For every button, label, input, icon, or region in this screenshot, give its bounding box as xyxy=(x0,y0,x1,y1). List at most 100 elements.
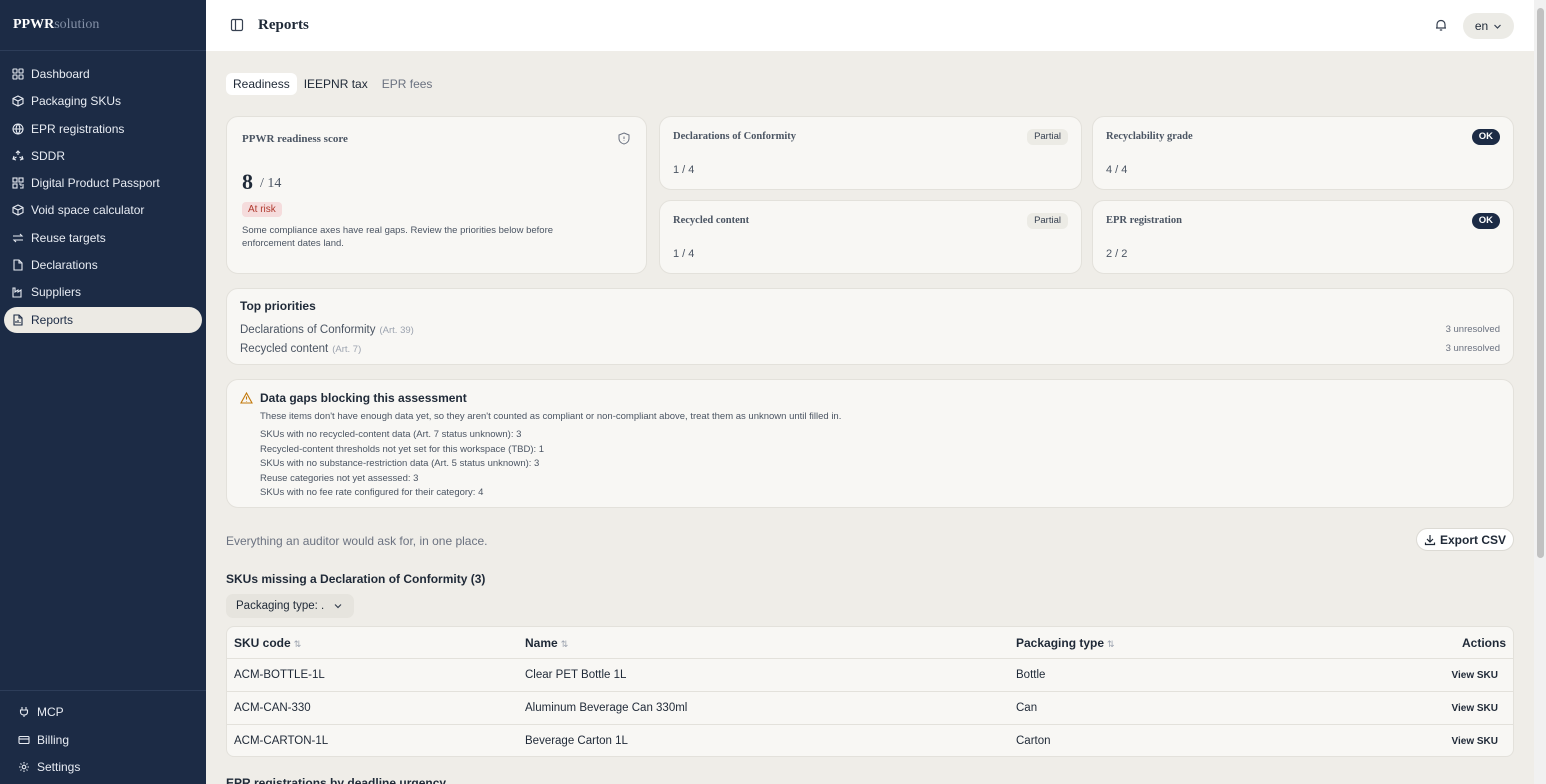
priority-item[interactable]: Declarations of Conformity (Art. 39) 3 un… xyxy=(240,321,1500,337)
metric-title: Declarations of Conformity xyxy=(673,131,797,142)
data-gap-item: Reuse categories not yet assessed: 3 xyxy=(260,472,419,484)
metric-card-epr-registration: EPR registration OK 2 / 2 xyxy=(1092,200,1514,274)
sidebar-item-billing[interactable]: Billing xyxy=(10,727,202,753)
packaging-type-cell: Bottle xyxy=(1016,669,1046,681)
metric-card-recycled-content: Recycled content Partial 1 / 4 xyxy=(659,200,1082,274)
priority-count: 3 unresolved xyxy=(1445,342,1500,354)
view-sku-link[interactable]: View SKU xyxy=(1452,670,1499,681)
sku-code-cell: ACM-CARTON-1L xyxy=(234,735,329,747)
packaging-type-filter[interactable]: Packaging type: . xyxy=(226,594,354,618)
report-icon xyxy=(11,313,24,326)
top-header: Reports en xyxy=(206,0,1534,51)
filter-label: Packaging type: . xyxy=(236,600,325,612)
sidebar-item-label: Reuse targets xyxy=(31,230,106,245)
sidebar-nav: Dashboard Packaging SKUs EPR registratio… xyxy=(4,61,202,334)
box-icon xyxy=(11,95,24,108)
file-icon xyxy=(11,259,24,272)
sidebar-item-label: Declarations xyxy=(31,258,98,273)
qr-icon xyxy=(11,177,24,190)
plug-icon xyxy=(17,706,30,719)
brand-logo[interactable]: PPWR solution xyxy=(0,0,206,51)
grid-icon xyxy=(11,68,24,81)
sidebar-item-digital-product-passport[interactable]: Digital Product Passport xyxy=(4,170,202,196)
column-header-packaging-type[interactable]: Packaging type ⇅ xyxy=(1016,636,1115,650)
metric-title: Recycled content xyxy=(673,215,750,226)
repeat-icon xyxy=(11,231,24,244)
score-value: 8 xyxy=(242,169,253,194)
status-badge: Partial xyxy=(1027,129,1068,145)
priority-article: (Art. 7) xyxy=(332,344,362,355)
missing-doc-table: SKU code ⇅ Name ⇅ Packaging type ⇅ Actions … xyxy=(226,626,1514,757)
status-badge: OK xyxy=(1471,129,1500,145)
table-row: ACM-BOTTLE-1L Clear PET Bottle 1L Bottle… xyxy=(227,659,1513,692)
sidebar-item-declarations[interactable]: Declarations xyxy=(4,252,202,278)
tab-readiness[interactable]: Readiness xyxy=(226,73,297,95)
sidebar-item-label: EPR registrations xyxy=(31,121,125,136)
sidebar-item-reports[interactable]: Reports xyxy=(4,306,202,333)
sort-icon: ⇅ xyxy=(293,639,302,649)
table-header: SKU code ⇅ Name ⇅ Packaging type ⇅ Actions xyxy=(227,627,1513,659)
name-cell: Aluminum Beverage Can 330ml xyxy=(525,702,688,714)
page-title: Reports xyxy=(258,17,309,33)
sidebar-item-label: Digital Product Passport xyxy=(31,176,160,191)
sidebar-item-label: Suppliers xyxy=(31,285,82,300)
data-gap-item: SKUs with no substance-restriction data … xyxy=(260,458,540,469)
sidebar-item-settings[interactable]: Settings xyxy=(10,754,202,780)
priorities-title: Top priorities xyxy=(240,299,316,313)
readiness-score-card: PPWR readiness score 8 / 14 At risk Some… xyxy=(226,116,647,274)
audit-note: Everything an auditor would ask for, in … xyxy=(226,534,488,548)
sidebar-item-packaging-skus[interactable]: Packaging SKUs xyxy=(4,88,202,114)
sidebar-item-sddr[interactable]: SDDR xyxy=(4,143,202,169)
export-csv-button[interactable]: Export CSV xyxy=(1416,528,1514,551)
view-sku-link[interactable]: View SKU xyxy=(1452,703,1499,714)
packaging-type-cell: Can xyxy=(1016,702,1038,714)
sidebar-item-label: SDDR xyxy=(31,148,66,163)
sidebar-item-void-space-calculator[interactable]: Void space calculator xyxy=(4,197,202,223)
sku-code-cell: ACM-BOTTLE-1L xyxy=(234,669,325,681)
column-header-name[interactable]: Name ⇅ xyxy=(525,636,568,650)
shield-icon xyxy=(618,132,630,145)
sidebar-item-mcp[interactable]: MCP xyxy=(10,699,202,725)
table-row: ACM-CAN-330 Aluminum Beverage Can 330ml … xyxy=(227,692,1513,725)
sidebar-toggle-icon[interactable] xyxy=(230,18,244,32)
name-cell: Clear PET Bottle 1L xyxy=(525,669,627,681)
metric-value: 1 / 4 xyxy=(673,248,695,260)
sort-icon: ⇅ xyxy=(1107,639,1115,649)
column-header-sku-code[interactable]: SKU code ⇅ xyxy=(234,636,301,650)
metric-title: Recyclability grade xyxy=(1106,131,1193,142)
metric-value: 2 / 2 xyxy=(1106,248,1128,260)
column-header-actions: Actions xyxy=(1461,636,1506,650)
table-row: ACM-CARTON-1L Beverage Carton 1L Carton … xyxy=(227,725,1513,756)
priority-count: 3 unresolved xyxy=(1445,323,1500,335)
language-value: en xyxy=(1474,19,1489,33)
scrollbar-thumb[interactable] xyxy=(1537,8,1544,558)
next-section-title: EPR registrations by deadline urgency xyxy=(226,776,447,784)
view-sku-link[interactable]: View SKU xyxy=(1452,736,1499,747)
language-select[interactable]: en xyxy=(1463,13,1514,39)
priority-article: (Art. 39) xyxy=(379,325,414,336)
missing-doc-title: SKUs missing a Declaration of Conformity… xyxy=(226,572,486,586)
tab-epr-fees[interactable]: EPR fees xyxy=(375,73,440,95)
sidebar-item-label: MCP xyxy=(37,705,64,719)
top-priorities-panel: Top priorities Declarations of Conformit… xyxy=(226,288,1514,365)
report-tabs: Readiness IEEPNR tax EPR fees xyxy=(226,73,439,95)
sidebar-item-suppliers[interactable]: Suppliers xyxy=(4,279,202,305)
sidebar-item-reuse-targets[interactable]: Reuse targets xyxy=(4,225,202,251)
status-badge: At risk xyxy=(242,202,282,217)
sidebar-item-label: Settings xyxy=(37,760,81,774)
sidebar-item-dashboard[interactable]: Dashboard xyxy=(4,61,202,87)
bell-icon[interactable] xyxy=(1434,18,1448,32)
sidebar: PPWR solution Dashboard Packaging SKUs EP… xyxy=(0,0,206,784)
brand-name: PPWR xyxy=(13,17,55,32)
gear-icon xyxy=(17,761,30,774)
factory-icon xyxy=(11,286,24,299)
data-gaps-title: Data gaps blocking this assessment xyxy=(260,391,467,405)
download-icon xyxy=(1424,534,1436,545)
sidebar-item-epr-registrations[interactable]: EPR registrations xyxy=(4,116,202,142)
warning-icon xyxy=(240,392,253,404)
metric-card-declarations: Declarations of Conformity Partial 1 / 4 xyxy=(659,116,1082,190)
sort-icon: ⇅ xyxy=(560,639,569,649)
tab-ieepnr-tax[interactable]: IEEPNR tax xyxy=(297,73,375,95)
status-badge: Partial xyxy=(1027,213,1068,229)
priority-item[interactable]: Recycled content (Art. 7) 3 unresolved xyxy=(240,340,1500,356)
